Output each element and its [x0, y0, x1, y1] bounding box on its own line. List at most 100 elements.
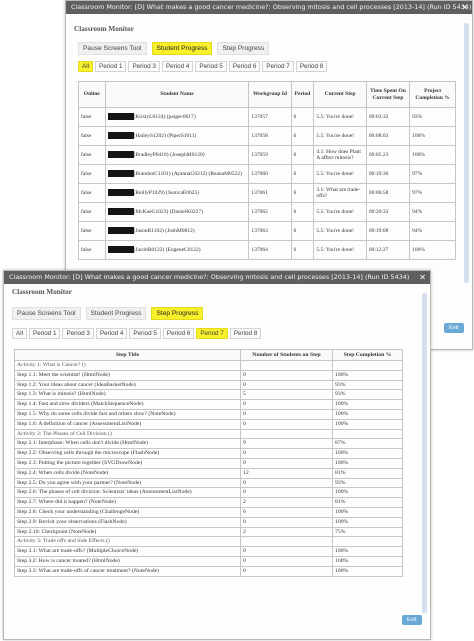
tab-student-progress[interactable]: Student Progress	[85, 307, 147, 320]
table-row[interactable]: Step 3.3: What are trade-offs of cancer …	[14, 565, 403, 577]
period-6[interactable]: Period 6	[162, 328, 195, 339]
time-cell: 00:12:27	[365, 240, 411, 260]
student-name: (JacobR0122) (EugeneC0122)	[133, 247, 201, 254]
exit-button[interactable]: Exit	[402, 615, 422, 625]
online-cell: false	[78, 164, 106, 184]
table-row[interactable]: false (McKaeG1023) (DanielK0227) 137062 …	[78, 202, 456, 222]
table-row[interactable]: Step 2.3: Putting the picture together (…	[14, 457, 403, 469]
scrollbar[interactable]	[464, 23, 469, 283]
period-5[interactable]: Period 5	[129, 328, 161, 339]
students-cell: 5	[240, 389, 333, 401]
tab-pause-screens[interactable]: Pause Screens Tool	[78, 42, 147, 55]
table-row[interactable]: Step 2.8: Check your understanding (Chal…	[14, 506, 403, 518]
period-4[interactable]: Period 4	[95, 328, 128, 339]
col-student-name: Student Name	[104, 81, 250, 108]
table-row[interactable]: Step 2.9: Revisit your observations (Fla…	[14, 516, 403, 528]
period-filter: All Period 1 Period 3 Period 4 Period 5 …	[78, 61, 328, 72]
col-time-spent: Time Spent On Current Step	[365, 81, 411, 108]
table-row[interactable]: Step 3.1: What are trade-offs? (Multiple…	[14, 546, 403, 557]
completion-cell: 93%	[332, 379, 403, 391]
table-row[interactable]: false (BrandonC1101) (AyannaG0212) (Rean…	[78, 164, 456, 184]
step-title-cell: Activity 2: The Phases of Cell Division …	[14, 428, 241, 440]
student-progress-table: Online Student Name Workgroup Id Period …	[78, 81, 456, 260]
period-6[interactable]: Period 6	[228, 61, 261, 72]
student-name: (ReillyP1029) (SunicaE0625)	[133, 190, 200, 197]
table-row[interactable]: Step 2.4: When cells divide (NoteNode) 12…	[14, 467, 403, 479]
current-step-cell: 5.5: You're done!	[313, 107, 367, 127]
students-cell: 0	[240, 379, 333, 391]
scrollbar[interactable]	[422, 293, 427, 613]
table-row[interactable]: false (BradleyP0418) (JosephM0120) 13705…	[78, 145, 456, 165]
table-row[interactable]: Step 2.6: The phases of cell division: S…	[14, 487, 403, 499]
table-row[interactable]: Step 2.5: Do you agree with your partner…	[14, 477, 403, 489]
period-1[interactable]: Period 1	[95, 61, 127, 72]
table-row[interactable]: false (JasonR1102) (JoshM0812) 137063 6 …	[78, 221, 456, 241]
period-5[interactable]: Period 5	[195, 61, 227, 72]
table-row[interactable]: Step 2.7: Where did it happen? (NoteNode…	[14, 497, 403, 508]
period-all[interactable]: All	[12, 328, 27, 339]
table-row[interactable]: Step 1.2: Your ideas about cancer (IdeaB…	[14, 379, 403, 391]
students-cell: 12	[240, 467, 333, 479]
period-4[interactable]: Period 4	[161, 61, 194, 72]
table-row[interactable]: Step 1.6: A definition of cancer (Assess…	[14, 418, 403, 430]
time-cell: 00:05:23	[365, 145, 411, 165]
period-8[interactable]: Period 8	[229, 328, 262, 339]
period-7[interactable]: Period 7	[196, 328, 228, 339]
tab-step-progress[interactable]: Step Progress	[217, 42, 270, 55]
completion-cell: 93%	[332, 477, 403, 489]
time-cell: 00:20:33	[365, 202, 411, 222]
current-step-cell: 5.5: You're done!	[313, 221, 367, 241]
online-cell: false	[78, 183, 106, 203]
completion-cell: 87%	[332, 438, 403, 450]
table-row[interactable]: Step 1.1: Meet the scientist! (HtmlNode)…	[14, 369, 403, 381]
period-cell: 6	[290, 126, 315, 146]
completion-cell: 81%	[332, 497, 403, 508]
period-3[interactable]: Period 3	[62, 328, 94, 339]
table-row[interactable]: Step 1.4: Fast and slow dividers (MatchS…	[14, 399, 403, 410]
period-3[interactable]: Period 3	[128, 61, 160, 72]
col-step-title: Step Title	[14, 349, 241, 361]
tab-student-progress[interactable]: Student Progress	[151, 42, 213, 55]
table-row[interactable]: false (JacobR0122) (EugeneC0122) 137064 …	[78, 240, 456, 260]
step-progress-window: Classroom Monitor: [D] What makes a good…	[3, 270, 431, 640]
close-icon[interactable]: ✕	[419, 271, 426, 284]
window-titlebar[interactable]: Classroom Monitor: [D] What makes a good…	[4, 271, 430, 284]
close-icon[interactable]: ✕	[461, 1, 468, 14]
col-workgroup-id: Workgroup Id	[248, 81, 292, 108]
period-1[interactable]: Period 1	[29, 328, 61, 339]
step-title-cell: Step 2.7: Where did it happen? (NoteNode…	[14, 497, 241, 508]
time-cell: 00:08:03	[365, 126, 411, 146]
student-name-cell: (KristyL0124) (paigec0617)	[104, 107, 250, 127]
completion-cell: 97%	[409, 164, 456, 184]
table-row[interactable]: Step 2.1: Interphase: When cells don't d…	[14, 438, 403, 450]
completion-cell: 94%	[409, 202, 456, 222]
student-name: (JasonR1102) (JoshM0812)	[133, 228, 195, 235]
window-titlebar[interactable]: Classroom Monitor: [D] What makes a good…	[66, 1, 472, 14]
table-row[interactable]: false (KristyL0124) (paigec0617) 137057 …	[78, 107, 456, 127]
table-row[interactable]: Step 2.10: Checkpoint (NoteNode) 2 75%	[14, 526, 403, 538]
period-all[interactable]: All	[78, 61, 93, 72]
time-cell: 00:03:32	[365, 107, 411, 127]
period-7[interactable]: Period 7	[262, 61, 294, 72]
workgroup-cell: 137060	[248, 164, 292, 184]
activity-row: Activity 1: What is Cancer? ()	[14, 360, 403, 371]
completion-cell: 94%	[409, 221, 456, 241]
completion-cell: 100%	[332, 408, 403, 420]
completion-cell: 100%	[409, 145, 456, 165]
completion-cell: 100%	[332, 418, 403, 430]
table-row[interactable]: Step 1.5: Why do some cells divide fast …	[14, 408, 403, 420]
period-8[interactable]: Period 8	[295, 61, 328, 72]
step-title-cell: Step 2.1: Interphase: When cells don't d…	[14, 438, 241, 450]
period-cell: 6	[290, 164, 315, 184]
redaction-bar	[107, 189, 134, 197]
tab-step-progress[interactable]: Step Progress	[151, 307, 204, 320]
table-row[interactable]: Step 1.3: What is mitosis? (HtmlNode) 5 93…	[14, 389, 403, 401]
step-title-cell: Step 3.2: How is cancer treated? (HtmlNo…	[14, 555, 241, 567]
table-row[interactable]: false (ReillyP1029) (SunicaE0625) 137061…	[78, 183, 456, 203]
exit-button[interactable]: Exit	[444, 323, 464, 333]
table-row[interactable]: false (HaileyS1202) (PiperS1011) 137058 …	[78, 126, 456, 146]
workgroup-cell: 137061	[248, 183, 292, 203]
tab-pause-screens[interactable]: Pause Screens Tool	[12, 307, 81, 320]
table-row[interactable]: Step 2.2: Observing cells through the mi…	[14, 448, 403, 459]
table-row[interactable]: Step 3.2: How is cancer treated? (HtmlNo…	[14, 555, 403, 567]
